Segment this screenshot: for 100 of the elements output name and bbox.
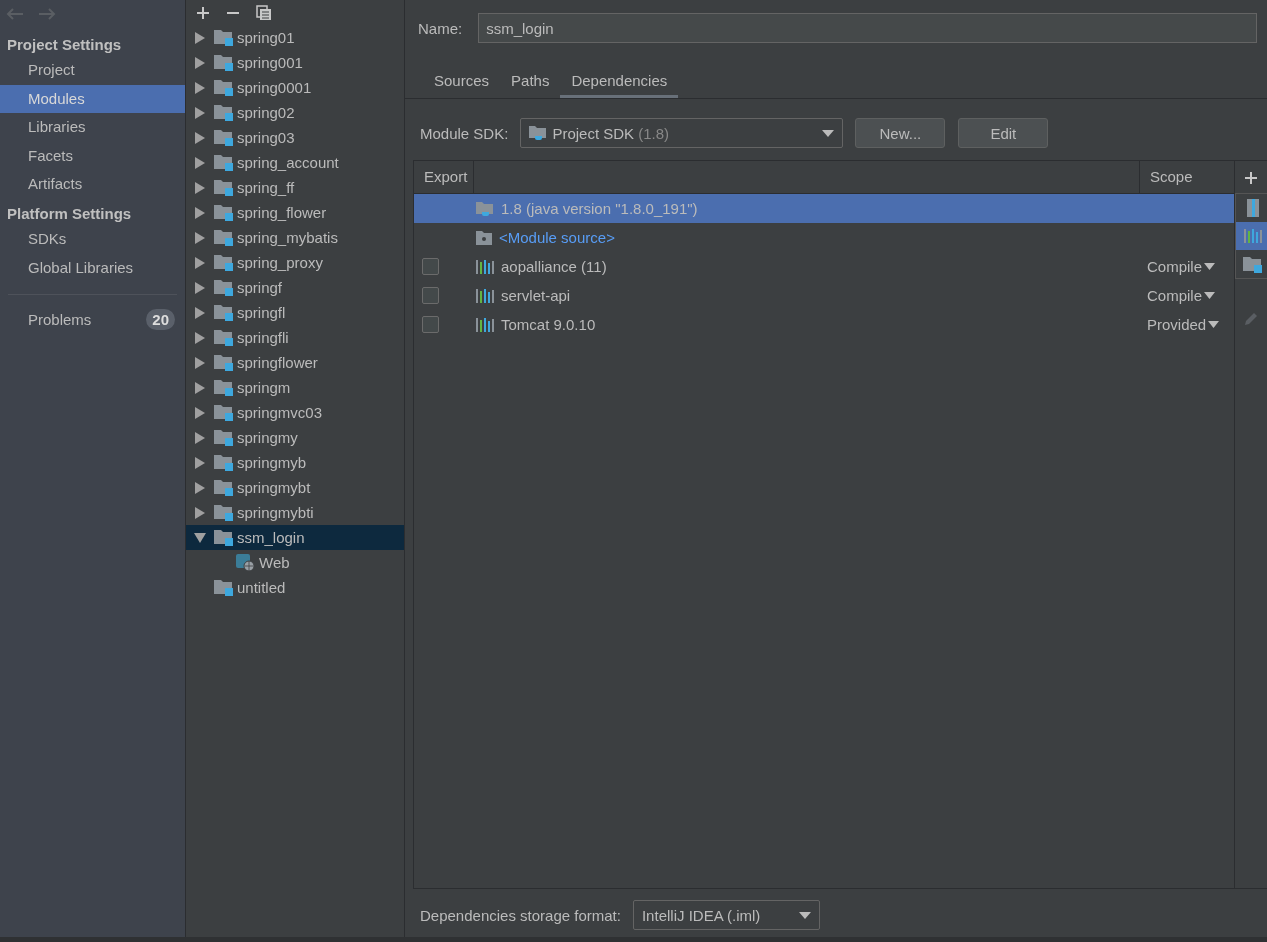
sidebar-item[interactable]: Artifacts [0,170,185,199]
module-sdk-dropdown[interactable]: Project SDK (1.8) [520,118,844,148]
scope-dropdown[interactable]: Compile [1147,258,1216,275]
module-tree-item[interactable]: springmybti [186,500,404,525]
jar-icon [1246,199,1259,217]
module-tree-item[interactable]: spring_account [186,150,404,175]
module-folder-icon [214,229,233,246]
sidebar-item[interactable]: SDKs [0,224,185,254]
problems-count-badge: 20 [146,309,175,331]
module-tree-item[interactable]: spring_proxy [186,250,404,275]
expand-arrow-icon[interactable] [194,156,206,169]
web-globe-icon [236,553,255,572]
sidebar-item[interactable]: Global Libraries [0,253,185,283]
expand-arrow-icon[interactable] [194,56,206,69]
module-tree-item[interactable]: spring02 [186,100,404,125]
tab[interactable]: Sources [423,67,501,98]
module-tree-item[interactable]: springmyb [186,450,404,475]
library-icon [1243,229,1262,243]
column-header[interactable]: Scope [1139,161,1234,193]
expand-arrow-icon[interactable] [194,481,206,494]
caret-icon [1204,263,1216,270]
module-tree-item[interactable]: springm [186,375,404,400]
module-folder-icon [1243,255,1262,273]
module-sdk-label: Module SDK: [420,124,509,142]
expand-arrow-icon[interactable] [194,406,206,419]
expand-arrow-icon[interactable] [194,206,206,219]
section-header: Project Settings [6,35,123,55]
module-tree-item[interactable]: spring03 [186,125,404,150]
expand-arrow-icon[interactable] [194,31,206,44]
module-folder-icon [214,454,233,471]
expand-arrow-icon[interactable] [194,306,206,319]
module-tree-item[interactable]: untitled [186,575,404,600]
expand-arrow-icon[interactable] [194,381,206,394]
module-tree-item[interactable]: spring_flower [186,200,404,225]
module-tree-item[interactable]: spring_ff [186,175,404,200]
module-folder-icon [214,304,233,321]
add-icon[interactable] [196,5,210,20]
expand-arrow-icon[interactable] [194,356,206,369]
export-checkbox[interactable] [421,316,439,333]
library-icon [476,288,494,303]
dialog-button[interactable]: Edit [958,118,1049,148]
module-tree-item[interactable]: springmy [186,425,404,450]
dependency-row[interactable]: Tomcat 9.0.10 Provided [414,310,1234,339]
copy-icon[interactable] [256,4,272,21]
column-header[interactable]: Export [414,161,474,193]
expand-arrow-icon[interactable] [194,431,206,444]
module-tree-item[interactable]: spring0001 [186,75,404,100]
module-tree-item[interactable]: springmvc03 [186,400,404,425]
module-tree-item[interactable]: spring_mybatis [186,225,404,250]
module-tree-item[interactable]: springflower [186,350,404,375]
dependency-name: Tomcat 9.0.10 [501,316,596,333]
module-tree-item[interactable]: Web [186,550,404,575]
expand-arrow-icon[interactable] [194,281,206,294]
sidebar-item[interactable]: Facets [0,141,185,171]
dependency-row[interactable]: aopalliance (11) Compile [414,252,1234,281]
source-folder-icon [476,230,492,245]
expand-arrow-icon[interactable] [194,131,206,144]
module-folder-icon [214,204,233,221]
module-tree-item[interactable]: ssm_login [186,525,404,550]
collapse-arrow-icon[interactable] [194,531,206,544]
export-checkbox[interactable] [421,258,439,275]
expand-arrow-icon[interactable] [194,331,206,344]
storage-format-dropdown[interactable]: IntelliJ IDEA (.iml) [632,900,820,930]
expand-arrow-icon[interactable] [194,231,206,244]
dependency-row[interactable]: servlet-api Compile [414,281,1234,310]
tab[interactable]: Dependencies [560,67,679,98]
library-icon [476,259,494,274]
expand-arrow-icon[interactable] [194,506,206,519]
dependency-name: servlet-api [501,287,571,304]
module-folder-icon [214,479,233,496]
scope-dropdown[interactable]: Provided [1147,316,1220,333]
module-folder-icon [214,579,233,596]
module-folder-icon [214,79,233,96]
module-tree-item[interactable]: spring01 [186,25,404,50]
name-field[interactable]: ssm_login [478,13,1257,43]
sidebar-item[interactable]: Modules [0,84,185,114]
dependency-name: aopalliance (11) [501,258,607,275]
sidebar-item[interactable]: Libraries [0,113,185,142]
expand-arrow-icon[interactable] [194,456,206,469]
module-tree-item[interactable]: springf [186,275,404,300]
dependency-name: 1.8 (java version "1.8.0_191") [501,200,698,217]
export-checkbox[interactable] [421,287,439,304]
expand-arrow-icon[interactable] [194,81,206,94]
module-tree-item[interactable]: springfli [186,325,404,350]
expand-arrow-icon[interactable] [194,106,206,119]
problems-item[interactable]: Problems [28,311,92,329]
expand-arrow-icon[interactable] [194,181,206,194]
dialog-button[interactable]: New... [855,118,946,148]
add-icon[interactable] [1244,171,1258,185]
tab[interactable]: Paths [500,67,561,98]
caret-icon [1208,321,1220,328]
dependency-row[interactable]: <Module source> [414,223,1234,252]
module-folder-icon [214,504,233,521]
module-folder-icon [214,254,233,271]
sidebar-item[interactable]: Project [0,56,185,85]
module-tree-item[interactable]: spring001 [186,50,404,75]
scope-dropdown[interactable]: Compile [1147,287,1216,304]
expand-arrow-icon[interactable] [194,256,206,269]
module-tree-item[interactable]: springmybt [186,475,404,500]
module-tree-item[interactable]: springfl [186,300,404,325]
